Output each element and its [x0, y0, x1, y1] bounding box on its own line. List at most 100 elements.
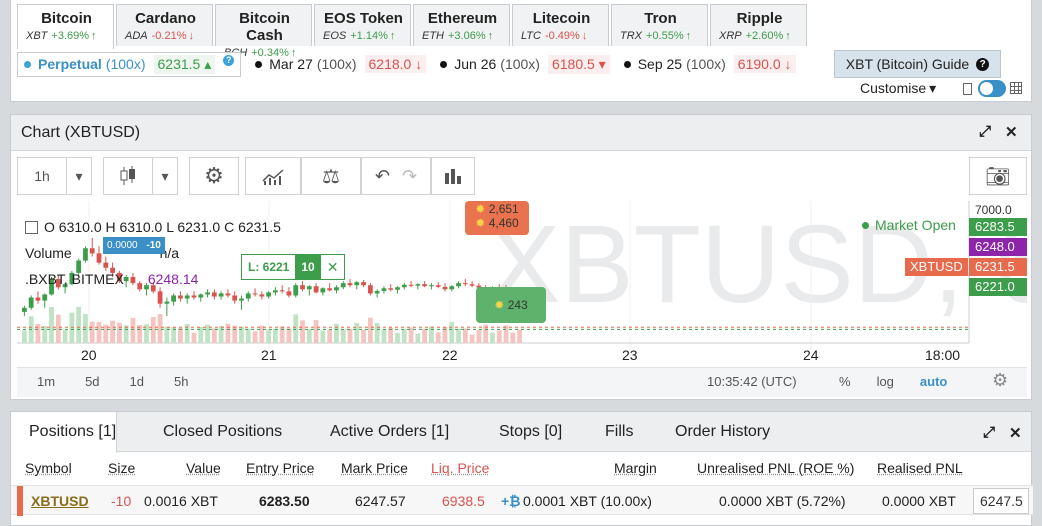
- buy-volume-bubble: ✹ 243: [476, 287, 546, 323]
- column-header[interactable]: Value: [186, 460, 221, 476]
- instrument-tab-bch[interactable]: Bitcoin CashBCH+0.34%: [215, 4, 312, 59]
- range-button[interactable]: 1m: [37, 374, 55, 389]
- gear-icon[interactable]: ⚙: [992, 370, 1008, 391]
- scale-option-percent[interactable]: %: [839, 374, 851, 389]
- volume-bar: [361, 330, 366, 343]
- mark-price: 6247.57: [355, 493, 406, 509]
- instrument-summary: LTC -0.49%: [521, 30, 602, 42]
- tab-stops[interactable]: Stops [0]: [499, 412, 562, 452]
- view-toggle[interactable]: [978, 80, 1006, 97]
- instrument-tab-eos[interactable]: EOS Token EOS +1.14%: [314, 4, 411, 46]
- range-button[interactable]: 5h: [174, 374, 188, 389]
- info-icon[interactable]: ?: [223, 54, 235, 66]
- scale-option-log[interactable]: log: [877, 374, 894, 389]
- tab-order-history[interactable]: Order History: [675, 412, 770, 452]
- instrument-tab-eth[interactable]: Ethereum ETH +3.06%: [413, 4, 510, 46]
- volume-bar: [367, 317, 373, 343]
- expand-icon[interactable]: ⤢: [983, 424, 995, 441]
- column-header[interactable]: Size: [108, 460, 135, 476]
- tab-fills[interactable]: Fills: [605, 412, 633, 452]
- candle: [327, 283, 333, 292]
- settings-button[interactable]: ⚙: [189, 157, 239, 195]
- candle-type-button[interactable]: [103, 157, 153, 195]
- collapse-legend-icon[interactable]: [25, 221, 38, 234]
- cancel-order-icon[interactable]: ✕: [321, 259, 345, 276]
- candle: [401, 283, 407, 290]
- volume-bar: [293, 314, 299, 343]
- tab-closed-positions[interactable]: Closed Positions: [163, 412, 282, 452]
- candle: [388, 284, 394, 292]
- contract-sep-25[interactable]: Sep 25 (100x) 6190.0 ↓: [623, 55, 796, 73]
- range-button[interactable]: 1d: [130, 374, 144, 389]
- chart-title: Chart (XBTUSD): [21, 123, 141, 141]
- contract-name: Perpetual: [38, 56, 102, 72]
- column-header[interactable]: Realised PNL: [877, 460, 963, 476]
- volume-bar: [69, 312, 75, 343]
- column-header[interactable]: Mark Price: [341, 460, 408, 476]
- list-view-icon[interactable]: [963, 83, 972, 95]
- column-header[interactable]: Entry Price: [246, 460, 314, 476]
- instrument-tab-trx[interactable]: Tron TRX +0.55%: [611, 4, 708, 46]
- contract-name: Jun 26: [454, 56, 497, 72]
- interval-button[interactable]: 1h: [17, 157, 67, 195]
- redo-icon[interactable]: ↷: [402, 166, 417, 187]
- position-tag[interactable]: 0.0000 -10: [103, 237, 165, 254]
- chart-toolbar: 1h ▾ ▾ ⚙ ⚖ ↶ ↷ 📷︎: [17, 157, 1027, 195]
- volume-bar: [496, 330, 502, 343]
- interval-dropdown[interactable]: ▾: [66, 157, 92, 195]
- candle: [28, 295, 34, 310]
- contract-perpetual[interactable]: Perpetual (100x) 6231.5 ▴?: [17, 51, 242, 77]
- candle: [395, 286, 400, 294]
- column-header[interactable]: Unrealised PNL (ROE %): [697, 460, 854, 476]
- tab-positions[interactable]: Positions [1]: [11, 412, 118, 453]
- order-tag[interactable]: L: 6221 10 ✕: [241, 254, 346, 280]
- guide-button[interactable]: XBT (Bitcoin) Guide ?: [834, 50, 1001, 78]
- price-axis-label: 6283.5: [969, 218, 1027, 236]
- candle: [252, 288, 258, 297]
- volume-bar: [89, 321, 95, 343]
- column-header[interactable]: Symbol: [25, 460, 72, 476]
- instrument-tab-xrp[interactable]: Ripple XRP +2.60%: [710, 4, 807, 46]
- arrow-down-icon: ↓: [411, 56, 423, 72]
- column-header[interactable]: Margin: [614, 460, 657, 476]
- instrument-tab-xbt[interactable]: Bitcoin XBT +3.69%: [17, 4, 114, 49]
- sell-bubble-line2: ✹ 4,460: [475, 216, 519, 230]
- screenshot-button[interactable]: 📷︎: [969, 157, 1027, 195]
- candle: [456, 281, 461, 289]
- position-symbol[interactable]: XBTUSD: [31, 493, 89, 509]
- expand-icon[interactable]: ⤢: [979, 123, 991, 140]
- add-margin-icon[interactable]: +₿: [501, 493, 521, 509]
- indicators-button[interactable]: [245, 157, 301, 195]
- contract-jun-26[interactable]: Jun 26 (100x) 6180.5 ▾: [440, 54, 610, 74]
- close-price-input[interactable]: [973, 488, 1029, 514]
- candle: [245, 291, 251, 302]
- volume-bar: [83, 314, 88, 343]
- price-axis-label: 6231.5: [969, 258, 1027, 276]
- compare-button[interactable]: ⚖: [301, 157, 361, 195]
- candle-type-dropdown[interactable]: ▾: [152, 157, 178, 195]
- scale-option-auto[interactable]: auto: [920, 374, 947, 389]
- bar-chart-button[interactable]: [431, 157, 475, 195]
- instrument-name: Ethereum: [427, 10, 498, 27]
- contract-selector: Perpetual (100x) 6231.5 ▴? Mar 27 (100x) 6218…: [17, 50, 837, 78]
- candle: [415, 283, 421, 290]
- customise-dropdown[interactable]: Customise: [860, 80, 936, 97]
- range-bar: 1m 5d 1d 5h 10:35:42 (UTC) % log auto ⚙: [17, 367, 1027, 397]
- close-icon[interactable]: ✕: [1005, 123, 1018, 141]
- grid-view-icon[interactable]: [1010, 82, 1022, 94]
- bar-chart-icon: [445, 169, 461, 184]
- contract-name: Mar 27: [269, 56, 313, 72]
- undo-icon[interactable]: ↶: [375, 166, 390, 187]
- close-icon[interactable]: ✕: [1009, 424, 1022, 442]
- tab-active-orders[interactable]: Active Orders [1]: [330, 412, 449, 452]
- instrument-tab-ada[interactable]: Cardano ADA -0.21%: [116, 4, 213, 46]
- column-header[interactable]: Liq. Price: [431, 460, 489, 476]
- utc-clock[interactable]: 10:35:42 (UTC): [707, 374, 797, 389]
- range-button[interactable]: 5d: [85, 374, 99, 389]
- instrument-summary: EOS +1.14%: [323, 30, 404, 42]
- realised-pnl: 0.0000 XBT: [882, 493, 956, 509]
- contract-mar-27[interactable]: Mar 27 (100x) 6218.0 ↓: [255, 55, 427, 73]
- positions-header: Symbol Size Value Entry Price Mark Price Liq.…: [11, 460, 1033, 480]
- contract-price: 6180.5 ▾: [547, 54, 610, 74]
- instrument-tab-ltc[interactable]: Litecoin LTC -0.49%: [512, 4, 609, 46]
